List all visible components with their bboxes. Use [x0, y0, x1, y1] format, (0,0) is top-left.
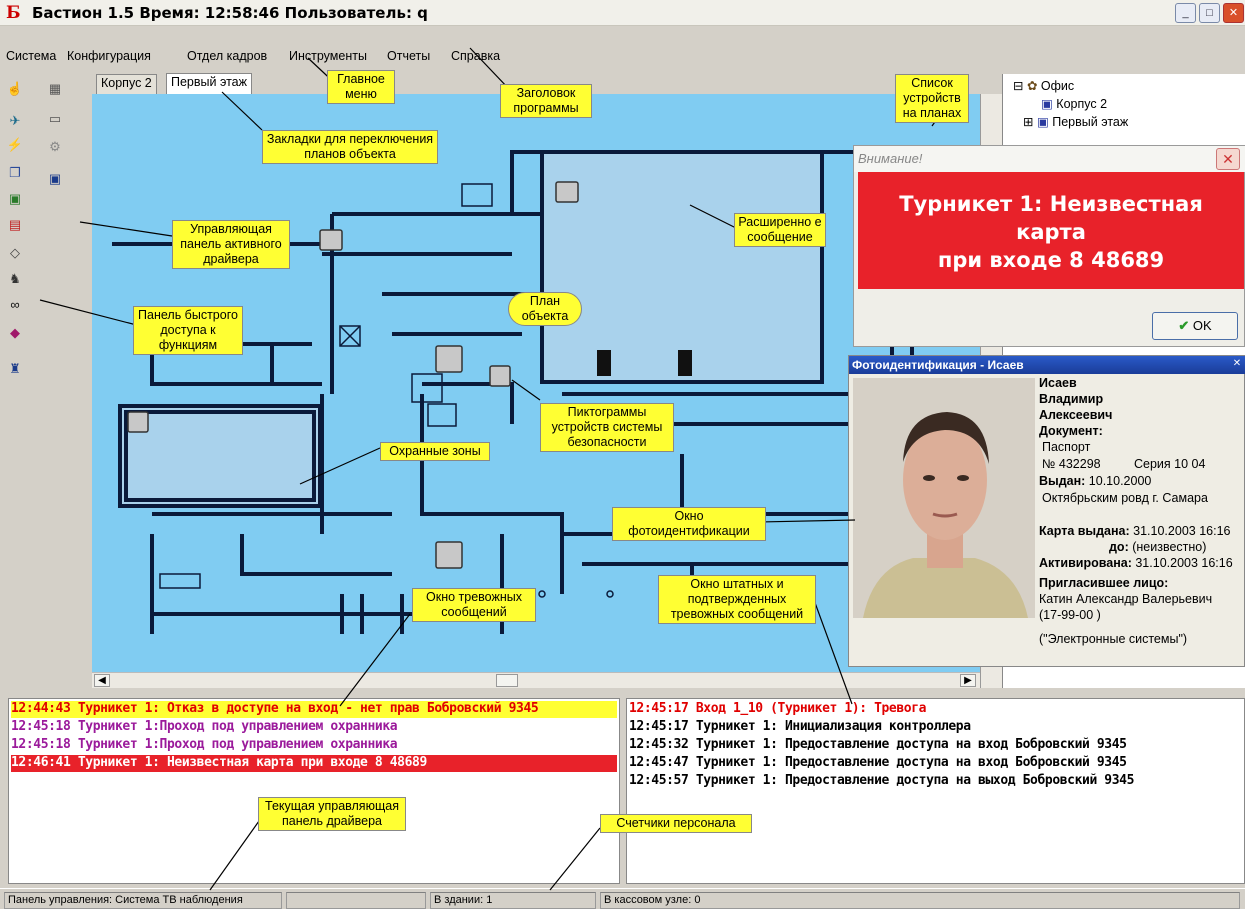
callout-plan-tabs: Закладки для переключения планов объекта [262, 130, 438, 164]
callout-device-list: Список устройств на планах [895, 74, 969, 123]
callout-quick-panel: Панель быстрого доступа к функциям [133, 306, 243, 355]
callout-program-title: Заголовок программы [500, 84, 592, 118]
callout-alarm-window: Окно тревожных сообщений [412, 588, 536, 622]
callout-current-panel: Текущая управляющая панель драйвера [258, 797, 406, 831]
callout-extended-message: Расширенно е сообщение [734, 213, 826, 247]
callout-staff-counters: Счетчики персонала [600, 814, 752, 833]
callout-device-icons: Пиктограммы устройств системы безопаснос… [540, 403, 674, 452]
callout-driver-panel: Управляющая панель активного драйвера [172, 220, 290, 269]
callout-guard-zones: Охранные зоны [380, 442, 490, 461]
callout-main-menu: Главное меню [327, 70, 395, 104]
callout-regular-alarms: Окно штатных и подтвержденных тревожных … [658, 575, 816, 624]
callout-object-plan: План объекта [508, 292, 582, 326]
callout-photo-window: Окно фотоидентификации [612, 507, 766, 541]
callout-pointers [39, 47, 943, 891]
